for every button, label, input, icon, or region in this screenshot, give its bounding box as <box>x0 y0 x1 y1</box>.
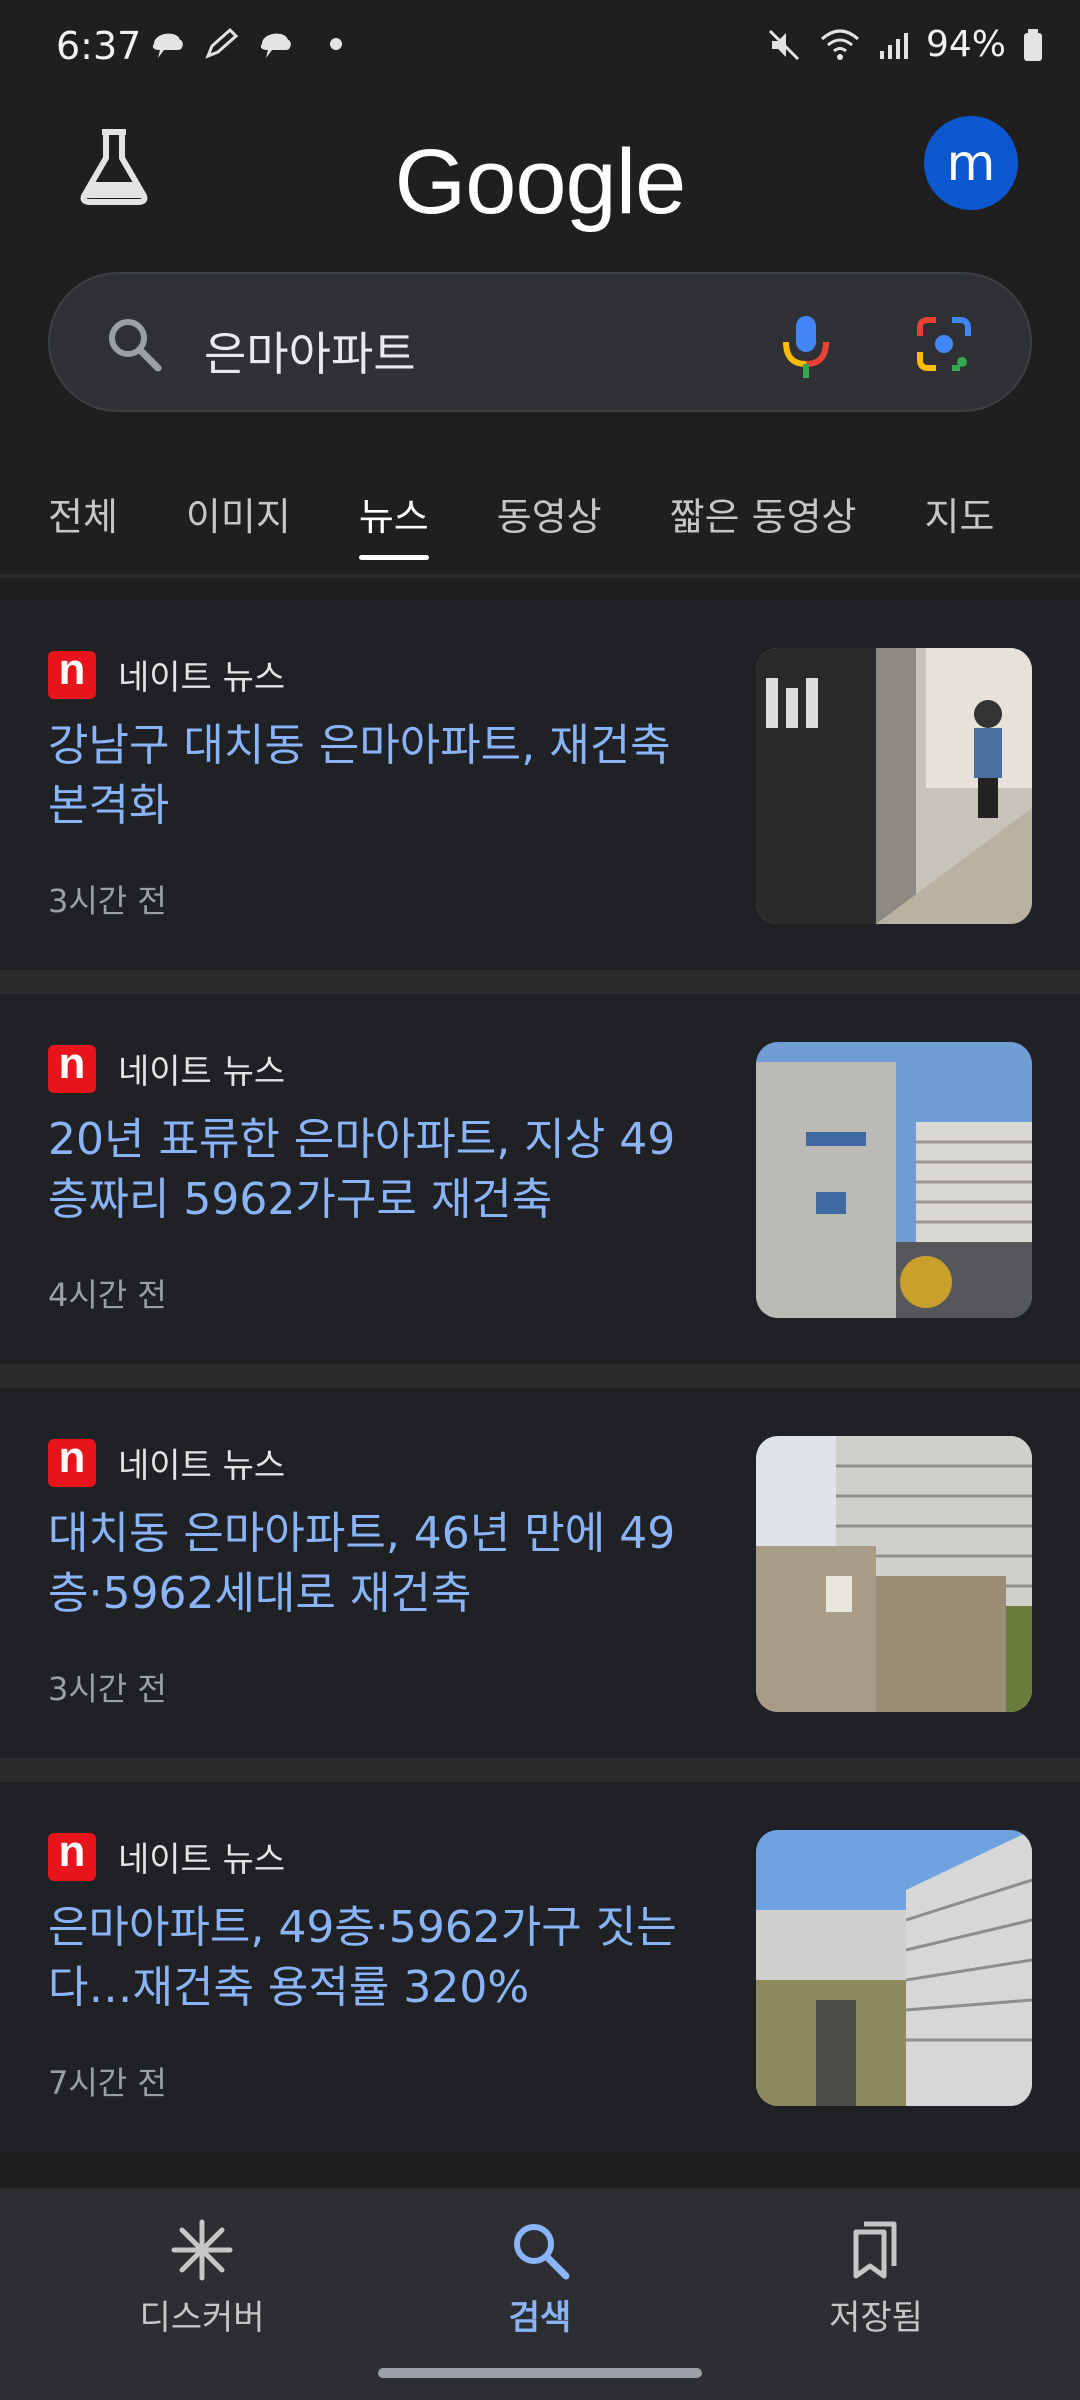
tab-all[interactable]: 전체 <box>48 482 118 552</box>
nav-label: 검색 <box>508 2298 572 2338</box>
news-source-name: 네이트 뉴스 <box>118 1446 286 1486</box>
nate-logo-icon <box>48 1039 96 1093</box>
news-thumbnail[interactable] <box>756 648 1032 924</box>
google-logo: Google <box>394 131 687 233</box>
nate-logo-icon <box>48 1827 96 1881</box>
news-title[interactable]: 20년 표류한 은마아파트, 지상 49층짜리 5962가구로 재건축 <box>48 1110 688 1230</box>
status-time: 6:37 <box>56 24 142 68</box>
search-icon <box>109 319 162 372</box>
account-avatar[interactable]: m <box>924 116 1018 210</box>
mute-icon <box>768 29 800 60</box>
news-title[interactable]: 강남구 대치동 은마아파트, 재건축 본격화 <box>48 716 688 836</box>
notification-app-icon-2 <box>260 33 291 58</box>
news-time: 7시간 전 <box>48 2064 167 2102</box>
news-card[interactable]: 네이트 뉴스 대치동 은마아파트, 46년 만에 49층·5962세대로 재건축… <box>0 1364 1080 1758</box>
notification-icons <box>148 26 342 62</box>
gesture-handle[interactable] <box>378 2368 702 2378</box>
news-source: 네이트 뉴스 <box>48 1827 286 1881</box>
wifi-icon <box>820 29 859 60</box>
news-source-name: 네이트 뉴스 <box>118 1052 286 1092</box>
status-bar: 6:37 94% <box>0 0 1080 96</box>
search-tabs: 전체 이미지 뉴스 동영상 짧은 동영상 지도 <box>48 482 1080 582</box>
nav-discover[interactable]: 디스커버 <box>52 2218 352 2339</box>
news-title[interactable]: 은마아파트, 49층·5962가구 짓는다…재건축 용적률 320% <box>48 1898 688 2018</box>
tab-maps[interactable]: 지도 <box>925 482 995 552</box>
tab-short-videos[interactable]: 짧은 동영상 <box>670 482 857 552</box>
news-source: 네이트 뉴스 <box>48 1433 286 1487</box>
tab-images[interactable]: 이미지 <box>186 482 291 552</box>
nav-label: 저장됨 <box>829 2298 923 2338</box>
news-thumbnail[interactable] <box>756 1042 1032 1318</box>
news-card[interactable]: 네이트 뉴스 강남구 대치동 은마아파트, 재건축 본격화 3시간 전 <box>0 600 1080 970</box>
news-title[interactable]: 대치동 은마아파트, 46년 만에 49층·5962세대로 재건축 <box>48 1504 688 1624</box>
news-thumbnail[interactable] <box>756 1436 1032 1712</box>
bookmarks-icon <box>853 2221 897 2279</box>
news-card[interactable]: 네이트 뉴스 은마아파트, 49층·5962가구 짓는다…재건축 용적률 320… <box>0 1758 1080 2152</box>
news-source: 네이트 뉴스 <box>48 1039 286 1093</box>
nate-logo-icon <box>48 645 96 699</box>
asterisk-icon <box>171 2219 233 2281</box>
system-icons: 94% <box>766 24 1044 65</box>
news-time: 3시간 전 <box>48 882 167 920</box>
news-time: 4시간 전 <box>48 1276 167 1314</box>
news-list: 네이트 뉴스 강남구 대치동 은마아파트, 재건축 본격화 3시간 전 네이트 … <box>0 600 1080 2152</box>
nav-label: 디스커버 <box>139 2298 265 2338</box>
nate-logo-icon <box>48 1433 96 1487</box>
more-notifications-dot <box>330 38 342 50</box>
news-thumbnail[interactable] <box>756 1830 1032 2106</box>
nav-saved[interactable]: 저장됨 <box>726 2218 1026 2339</box>
battery-percent: 94% <box>925 24 1006 65</box>
pencil-icon <box>205 27 239 59</box>
microphone-icon[interactable] <box>778 312 834 382</box>
tab-news[interactable]: 뉴스 <box>358 482 429 560</box>
news-source-name: 네이트 뉴스 <box>118 1840 286 1880</box>
battery-icon <box>1024 28 1042 61</box>
nav-search[interactable]: 검색 <box>390 2218 690 2339</box>
tabs-divider <box>0 574 1080 578</box>
signal-icon <box>879 32 908 59</box>
google-lens-icon[interactable] <box>914 314 974 374</box>
notification-app-icon <box>152 33 183 58</box>
search-icon <box>514 2224 570 2280</box>
news-source-name: 네이트 뉴스 <box>118 658 286 698</box>
search-bar[interactable]: 은마아파트 <box>48 272 1032 412</box>
news-card[interactable]: 네이트 뉴스 20년 표류한 은마아파트, 지상 49층짜리 5962가구로 재… <box>0 970 1080 1364</box>
search-query[interactable]: 은마아파트 <box>204 318 416 384</box>
news-time: 3시간 전 <box>48 1670 167 1708</box>
news-source: 네이트 뉴스 <box>48 645 286 699</box>
tab-videos[interactable]: 동영상 <box>497 482 602 552</box>
